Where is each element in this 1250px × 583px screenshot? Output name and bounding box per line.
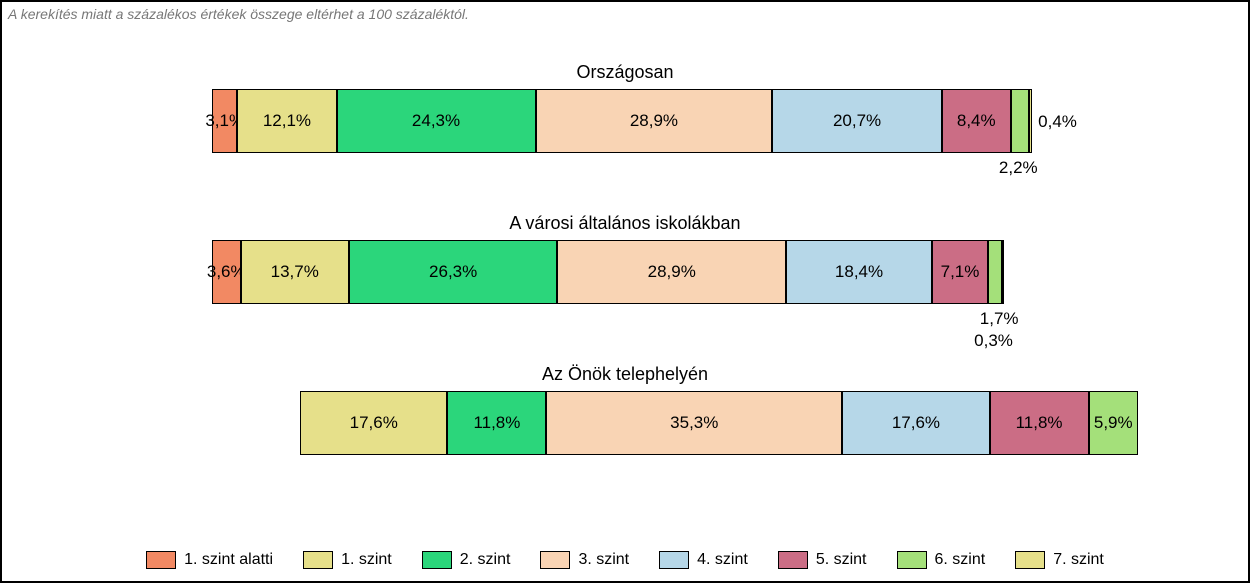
legend-label: 2. szint — [460, 551, 511, 569]
legend-item: 7. szint — [1015, 551, 1104, 569]
legend: 1. szint alatti 1. szint 2. szint 3. szint 4… — [2, 551, 1248, 569]
legend-label: 6. szint — [935, 551, 986, 569]
chart-container: A kerekítés miatt a százalékos értékek ö… — [0, 0, 1250, 583]
legend-label: 1. szint alatti — [184, 551, 273, 569]
bar-segment: 7,1% — [932, 240, 988, 304]
stacked-bar: 3,6%13,7%26,3%28,9%18,4%7,1%1,7%0,3% — [212, 240, 1004, 304]
bar-segment: 5,9% — [1089, 391, 1138, 455]
legend-label: 5. szint — [816, 551, 867, 569]
bar-segment: 17,6% — [842, 391, 989, 455]
bar-wrap: 3,6%13,7%26,3%28,9%18,4%7,1%1,7%0,3% — [2, 240, 1248, 304]
legend-item: 6. szint — [897, 551, 986, 569]
bar-segment: 26,3% — [349, 240, 557, 304]
row-title: Az Önök telephelyén — [2, 364, 1248, 385]
external-label: 0,4% — [1038, 112, 1077, 132]
bar-segment: 0,4% — [1029, 89, 1032, 153]
bar-segment: 18,4% — [786, 240, 932, 304]
bar-segment: 2,2% — [1011, 89, 1029, 153]
legend-label: 1. szint — [341, 551, 392, 569]
legend-item: 1. szint — [303, 551, 392, 569]
bar-segment: 28,9% — [557, 240, 786, 304]
external-label: 2,2% — [999, 158, 1038, 178]
bar-segment: 0,3% — [1002, 240, 1004, 304]
external-label: 0,3% — [974, 331, 1013, 351]
bar-segment: 8,4% — [942, 89, 1011, 153]
legend-swatch — [659, 551, 689, 569]
legend-swatch — [1015, 551, 1045, 569]
legend-swatch — [303, 551, 333, 569]
legend-item: 4. szint — [659, 551, 748, 569]
chart-area: Országosan3,1%12,1%24,3%28,9%20,7%8,4%2,… — [2, 62, 1248, 515]
legend-item: 1. szint alatti — [146, 551, 273, 569]
bar-segment: 1,7% — [988, 240, 1001, 304]
stacked-bar: 17,6%11,8%35,3%17,6%11,8%5,9% — [300, 391, 1138, 455]
legend-swatch — [778, 551, 808, 569]
bar-segment: 3,6% — [212, 240, 241, 304]
legend-label: 3. szint — [578, 551, 629, 569]
row-title: A városi általános iskolákban — [2, 213, 1248, 234]
external-label: 1,7% — [980, 309, 1019, 329]
legend-item: 3. szint — [540, 551, 629, 569]
legend-label: 7. szint — [1053, 551, 1104, 569]
legend-swatch — [897, 551, 927, 569]
legend-label: 4. szint — [697, 551, 748, 569]
row-title: Országosan — [2, 62, 1248, 83]
bar-segment: 11,8% — [990, 391, 1089, 455]
bar-segment: 11,8% — [447, 391, 546, 455]
bar-segment: 24,3% — [337, 89, 536, 153]
bar-wrap: 3,1%12,1%24,3%28,9%20,7%8,4%2,2%0,4% — [2, 89, 1248, 153]
bar-segment: 3,1% — [212, 89, 237, 153]
bar-segment: 12,1% — [237, 89, 336, 153]
legend-swatch — [422, 551, 452, 569]
bar-segment: 20,7% — [772, 89, 942, 153]
bar-segment: 28,9% — [536, 89, 773, 153]
bar-wrap: 17,6%11,8%35,3%17,6%11,8%5,9% — [2, 391, 1248, 455]
bar-segment: 13,7% — [241, 240, 350, 304]
chart-note: A kerekítés miatt a százalékos értékek ö… — [8, 6, 469, 22]
legend-swatch — [540, 551, 570, 569]
legend-item: 2. szint — [422, 551, 511, 569]
stacked-bar: 3,1%12,1%24,3%28,9%20,7%8,4%2,2%0,4% — [212, 89, 1032, 153]
bar-segment: 17,6% — [300, 391, 447, 455]
legend-item: 5. szint — [778, 551, 867, 569]
bar-segment: 35,3% — [546, 391, 842, 455]
legend-swatch — [146, 551, 176, 569]
